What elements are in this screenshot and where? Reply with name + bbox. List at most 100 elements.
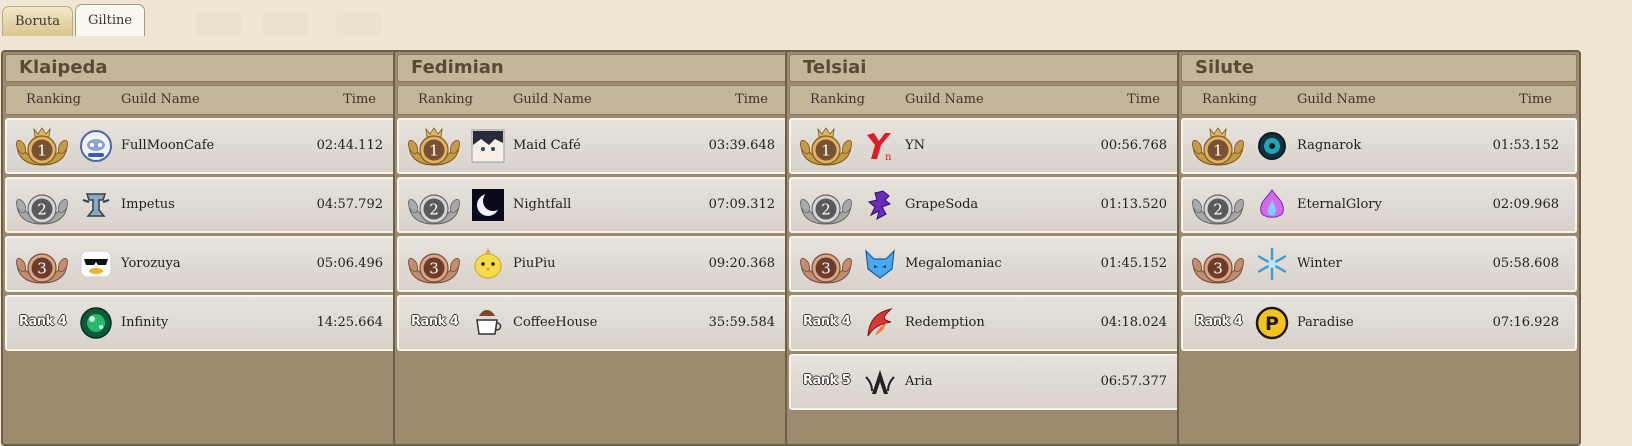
svg-text:2: 2 — [821, 201, 831, 219]
clear-time: 01:13.520 — [1100, 197, 1167, 212]
svg-text:n: n — [885, 152, 892, 163]
server-tabs: Boruta Giltine — [2, 4, 146, 36]
ranking-row[interactable]: 3 PiuPiu 09:20.368 — [397, 236, 793, 292]
guild-name-column-header: Guild Name — [1297, 92, 1376, 107]
guild-name-column-header: Guild Name — [905, 92, 984, 107]
clear-time: 35:59.584 — [708, 315, 775, 330]
ranking-row[interactable]: 1 FullMoonCafe 02:44.112 — [5, 118, 401, 174]
clear-time: 05:58.608 — [1492, 256, 1559, 271]
panel-telsiai: Telsiai Ranking Guild Name Time 1 n YN 0… — [785, 50, 1189, 446]
clear-time: 14:25.664 — [316, 315, 383, 330]
svg-text:2: 2 — [429, 201, 439, 219]
rank-label: Rank 4 — [803, 314, 851, 329]
purple-dragon-emblem-icon — [867, 190, 891, 220]
rank-3-medal-icon: 3 — [15, 253, 69, 284]
svg-text:1: 1 — [821, 142, 831, 160]
svg-text:3: 3 — [1213, 260, 1223, 278]
panel-title: Fedimian — [397, 54, 793, 82]
ranking-row[interactable]: 3 Winter 05:58.608 — [1181, 236, 1577, 292]
time-column-header: Time — [1127, 92, 1160, 107]
guild-name: Aria — [905, 374, 933, 389]
clear-time: 02:09.968 — [1492, 197, 1559, 212]
guild-name: GrapeSoda — [905, 197, 979, 212]
rank-2-medal-icon: 2 — [799, 194, 853, 225]
panel-silute: Silute Ranking Guild Name Time 1 Ragnaro… — [1177, 50, 1581, 446]
ranking-row[interactable]: 1 n YN 00:56.768 — [789, 118, 1185, 174]
clear-time: 04:18.024 — [1100, 315, 1167, 330]
coffee-cup-emblem-icon — [476, 310, 502, 335]
clear-time: 01:45.152 — [1100, 256, 1167, 271]
ranking-row[interactable]: Rank 5 Aria 06:57.377 — [789, 354, 1185, 410]
blue-fox-emblem-icon — [865, 249, 895, 279]
svg-text:3: 3 — [821, 260, 831, 278]
teal-gear-emblem-icon — [1258, 132, 1286, 160]
ranking-row[interactable]: 2 Impetus 04:57.792 — [5, 177, 401, 233]
sunglasses-duck-emblem-icon — [80, 250, 112, 278]
guild-name-column-header: Guild Name — [121, 92, 200, 107]
guild-name: Winter — [1297, 256, 1342, 271]
guild-name: Megalomaniac — [905, 256, 1002, 271]
clear-time: 05:06.496 — [316, 256, 383, 271]
guild-name: EternalGlory — [1297, 197, 1382, 212]
guild-name: YN — [905, 138, 925, 153]
ranking-list: 1 FullMoonCafe 02:44.112 2 Impetus 04:57… — [5, 115, 401, 351]
guild-name: Paradise — [1297, 315, 1354, 330]
svg-text:2: 2 — [37, 201, 47, 219]
tab-boruta[interactable]: Boruta — [2, 6, 73, 36]
ranking-column-header: Ranking — [810, 92, 865, 107]
guild-name: Impetus — [121, 197, 175, 212]
rank-3-medal-icon: 3 — [407, 253, 461, 284]
rank-1-medal-icon: 1 — [407, 127, 461, 166]
guild-name: Infinity — [121, 315, 169, 330]
ranking-row[interactable]: Rank 4 Infinity 14:25.664 — [5, 295, 401, 351]
rank-2-medal-icon: 2 — [407, 194, 461, 225]
panel-klaipeda: Klaipeda Ranking Guild Name Time 1 FullM… — [1, 50, 405, 446]
ranking-row[interactable]: 3 Yorozuya 05:06.496 — [5, 236, 401, 292]
rank-label: Rank 4 — [1195, 314, 1243, 329]
red-yn-emblem-icon: n — [867, 133, 892, 163]
rank-2-medal-icon: 2 — [1191, 194, 1245, 225]
ranking-column-header: Ranking — [26, 92, 81, 107]
svg-text:1: 1 — [1213, 142, 1223, 160]
guild-name: PiuPiu — [513, 256, 556, 271]
tab-giltine[interactable]: Giltine — [74, 4, 146, 36]
column-header: Ranking Guild Name Time — [1181, 85, 1577, 115]
panel-fedimian: Fedimian Ranking Guild Name Time 1 Maid … — [393, 50, 797, 446]
ranking-row[interactable]: 1 Maid Café 03:39.648 — [397, 118, 793, 174]
faded-decoration — [336, 12, 382, 36]
column-header: Ranking Guild Name Time — [5, 85, 401, 115]
time-column-header: Time — [343, 92, 376, 107]
chess-tower-emblem-icon — [82, 193, 110, 217]
guild-name: FullMoonCafe — [121, 138, 215, 153]
ranking-row[interactable]: 2 Nightfall 07:09.312 — [397, 177, 793, 233]
column-header: Ranking Guild Name Time — [397, 85, 793, 115]
guild-name: CoffeeHouse — [513, 315, 598, 330]
ranking-row[interactable]: Rank 4 Redemption 04:18.024 — [789, 295, 1185, 351]
ranking-row[interactable]: 2 EternalGlory 02:09.968 — [1181, 177, 1577, 233]
svg-text:1: 1 — [429, 142, 439, 160]
ranking-row[interactable]: Rank 4 P Paradise 07:16.928 — [1181, 295, 1577, 351]
ranking-panels: Klaipeda Ranking Guild Name Time 1 FullM… — [0, 50, 1632, 446]
ranking-row[interactable]: 2 GrapeSoda 01:13.520 — [789, 177, 1185, 233]
ranking-list: 1 Ragnarok 01:53.152 2 EternalGlory 02:0… — [1181, 115, 1577, 351]
rank-2-medal-icon: 2 — [15, 194, 69, 225]
guild-name: Yorozuya — [121, 256, 181, 271]
clear-time: 01:53.152 — [1492, 138, 1559, 153]
ranking-row[interactable]: 1 Ragnarok 01:53.152 — [1181, 118, 1577, 174]
panel-title: Klaipeda — [5, 54, 401, 82]
faded-decoration — [262, 12, 308, 36]
rank-1-medal-icon: 1 — [1191, 127, 1245, 166]
a-wings-emblem-icon — [865, 370, 895, 394]
clear-time: 06:57.377 — [1100, 374, 1167, 389]
time-column-header: Time — [735, 92, 768, 107]
yellow-chick-emblem-icon — [474, 248, 502, 279]
svg-text:1: 1 — [37, 142, 47, 160]
rank-label: Rank 4 — [19, 314, 67, 329]
clear-time: 03:39.648 — [708, 138, 775, 153]
clear-time: 00:56.768 — [1100, 138, 1167, 153]
ranking-row[interactable]: Rank 4 CoffeeHouse 35:59.584 — [397, 295, 793, 351]
clear-time: 07:09.312 — [708, 197, 775, 212]
rank-label: Rank 4 — [411, 314, 459, 329]
ranking-row[interactable]: 3 Megalomaniac 01:45.152 — [789, 236, 1185, 292]
clear-time: 02:44.112 — [316, 138, 383, 153]
